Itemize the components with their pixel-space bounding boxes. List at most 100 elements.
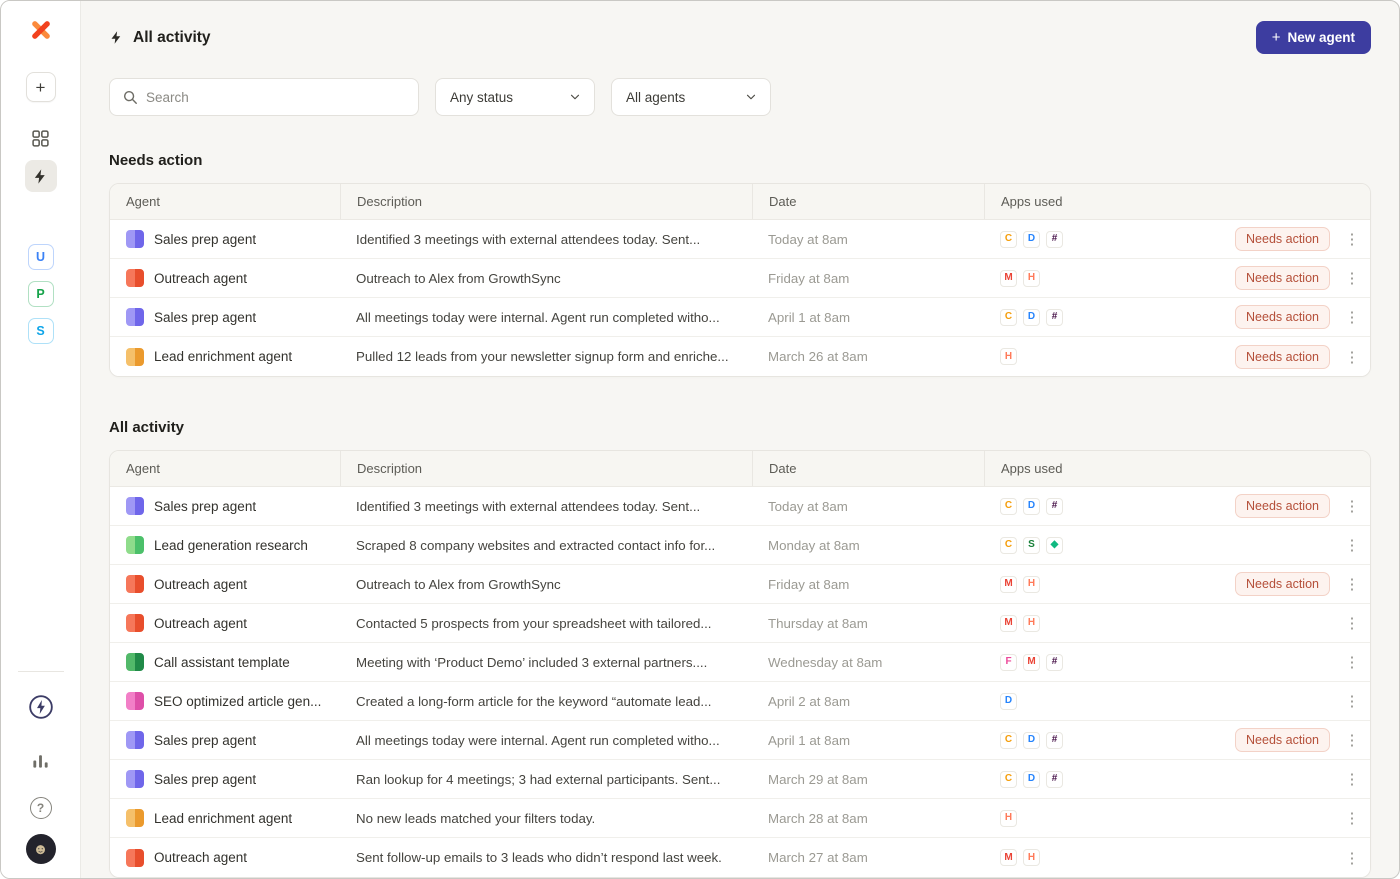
gmail-app-icon: M xyxy=(1023,654,1040,671)
docs-app-icon: D xyxy=(1023,231,1040,248)
add-button[interactable]: + xyxy=(26,72,56,102)
table-row[interactable]: Lead generation researchScraped 8 compan… xyxy=(110,526,1370,565)
analytics-icon[interactable] xyxy=(25,744,57,776)
row-menu-button[interactable]: ⋮ xyxy=(1334,269,1370,287)
table-row[interactable]: Outreach agentSent follow-up emails to 3… xyxy=(110,838,1370,877)
column-header-empty xyxy=(1334,184,1370,219)
run-description: All meetings today were internal. Agent … xyxy=(340,310,752,325)
row-menu-button[interactable]: ⋮ xyxy=(1334,809,1370,827)
slack-app-icon: # xyxy=(1046,654,1063,671)
calendar-app-icon: C xyxy=(1000,537,1017,554)
column-header-empty xyxy=(1166,451,1334,486)
agent-name: Lead enrichment agent xyxy=(154,349,292,364)
table-row[interactable]: Outreach agentOutreach to Alex from Grow… xyxy=(110,259,1370,298)
calendar-app-icon: C xyxy=(1000,771,1017,788)
workspace-s[interactable]: S xyxy=(28,318,54,344)
table-row[interactable]: Call assistant templateMeeting with ‘Pro… xyxy=(110,643,1370,682)
section-title: All activity xyxy=(109,419,1371,436)
help-icon[interactable]: ? xyxy=(30,797,52,819)
agent-name: Sales prep agent xyxy=(154,499,256,514)
row-menu-button[interactable]: ⋮ xyxy=(1334,575,1370,593)
usage-bolt-icon[interactable] xyxy=(25,691,57,723)
sidebar-bottom: ? ☻ xyxy=(18,671,64,864)
needs-action-badge: Needs action xyxy=(1235,494,1330,518)
search-input[interactable] xyxy=(146,90,406,105)
run-description: No new leads matched your filters today. xyxy=(340,811,752,826)
run-description: Pulled 12 leads from your newsletter sig… xyxy=(340,349,752,364)
apps-used: CS◆ xyxy=(984,537,1166,554)
run-date: Today at 8am xyxy=(752,232,984,247)
docs-app-icon: D xyxy=(1023,771,1040,788)
apps-used: FM # xyxy=(984,654,1166,671)
table-row[interactable]: Sales prep agentIdentified 3 meetings wi… xyxy=(110,487,1370,526)
agent-filter[interactable]: All agents xyxy=(611,78,771,116)
agent-puzzle-icon xyxy=(126,308,144,326)
fireflies-app-icon: F xyxy=(1000,654,1017,671)
run-description: Contacted 5 prospects from your spreadsh… xyxy=(340,616,752,631)
agent-name: Sales prep agent xyxy=(154,310,256,325)
user-avatar[interactable]: ☻ xyxy=(26,834,56,864)
apps-used: H xyxy=(984,348,1166,365)
workspace-p[interactable]: P xyxy=(28,281,54,307)
agent-puzzle-icon xyxy=(126,497,144,515)
agent-puzzle-icon xyxy=(126,653,144,671)
apps-used: MH xyxy=(984,849,1166,866)
row-menu-button[interactable]: ⋮ xyxy=(1334,692,1370,710)
row-menu-button[interactable]: ⋮ xyxy=(1334,770,1370,788)
slack-app-icon: # xyxy=(1046,732,1063,749)
row-menu-button[interactable]: ⋮ xyxy=(1334,497,1370,515)
table-row[interactable]: Sales prep agentIdentified 3 meetings wi… xyxy=(110,220,1370,259)
slack-app-icon: # xyxy=(1046,309,1063,326)
row-menu-button[interactable]: ⋮ xyxy=(1334,536,1370,554)
dashboard-icon[interactable] xyxy=(25,122,57,154)
row-menu-button[interactable]: ⋮ xyxy=(1334,849,1370,867)
row-menu-button[interactable]: ⋮ xyxy=(1334,230,1370,248)
agent-puzzle-icon xyxy=(126,536,144,554)
workspace-u[interactable]: U xyxy=(28,244,54,270)
status-filter-value: Any status xyxy=(450,90,513,105)
table-row[interactable]: Sales prep agentAll meetings today were … xyxy=(110,721,1370,760)
apps-used: MH xyxy=(984,615,1166,632)
run-description: Outreach to Alex from GrowthSync xyxy=(340,271,752,286)
workspace-list: UPS xyxy=(28,244,54,344)
table-row[interactable]: Outreach agentOutreach to Alex from Grow… xyxy=(110,565,1370,604)
activity-nav-icon[interactable] xyxy=(25,160,57,192)
run-date: March 27 at 8am xyxy=(752,850,984,865)
table-row[interactable]: Sales prep agentRan lookup for 4 meeting… xyxy=(110,760,1370,799)
agent-filter-value: All agents xyxy=(626,90,685,105)
needs-action-badge: Needs action xyxy=(1235,572,1330,596)
hubspot-app-icon: H xyxy=(1023,270,1040,287)
status-filter[interactable]: Any status xyxy=(435,78,595,116)
row-menu-button[interactable]: ⋮ xyxy=(1334,731,1370,749)
needs-action-badge: Needs action xyxy=(1235,728,1330,752)
all-activity-section: All activity Agent Description Date Apps… xyxy=(109,419,1371,878)
sidebar: + UPS xyxy=(1,1,81,878)
column-header-agent: Agent xyxy=(110,184,340,219)
gmail-app-icon: M xyxy=(1000,615,1017,632)
table-header: Agent Description Date Apps used xyxy=(110,451,1370,487)
row-menu-button[interactable]: ⋮ xyxy=(1334,614,1370,632)
table-row[interactable]: Outreach agentContacted 5 prospects from… xyxy=(110,604,1370,643)
table-row[interactable]: Lead enrichment agent Pulled 12 leads fro… xyxy=(110,337,1370,376)
row-menu-button[interactable]: ⋮ xyxy=(1334,308,1370,326)
all-activity-table: Agent Description Date Apps used Sales p… xyxy=(109,450,1371,878)
filter-bar: Any status All agents xyxy=(109,78,1371,116)
row-menu-button[interactable]: ⋮ xyxy=(1334,653,1370,671)
chevron-down-icon xyxy=(744,90,758,104)
table-row[interactable]: Lead enrichment agentNo new leads matche… xyxy=(110,799,1370,838)
column-header-agent: Agent xyxy=(110,451,340,486)
table-row[interactable]: SEO optimized article gen...Created a lo… xyxy=(110,682,1370,721)
new-agent-button[interactable]: + New agent xyxy=(1256,21,1371,54)
run-date: April 2 at 8am xyxy=(752,694,984,709)
agent-name: Call assistant template xyxy=(154,655,290,670)
agent-puzzle-icon xyxy=(126,849,144,867)
table-row[interactable]: Sales prep agent All meetings today were … xyxy=(110,298,1370,337)
run-description: All meetings today were internal. Agent … xyxy=(340,733,752,748)
needs-action-badge: Needs action xyxy=(1235,345,1330,369)
row-menu-button[interactable]: ⋮ xyxy=(1334,348,1370,366)
app-logo[interactable] xyxy=(28,17,54,48)
calendar-app-icon: C xyxy=(1000,498,1017,515)
plus-icon: + xyxy=(1272,30,1281,45)
run-description: Sent follow-up emails to 3 leads who did… xyxy=(340,850,752,865)
run-description: Scraped 8 company websites and extracted… xyxy=(340,538,752,553)
